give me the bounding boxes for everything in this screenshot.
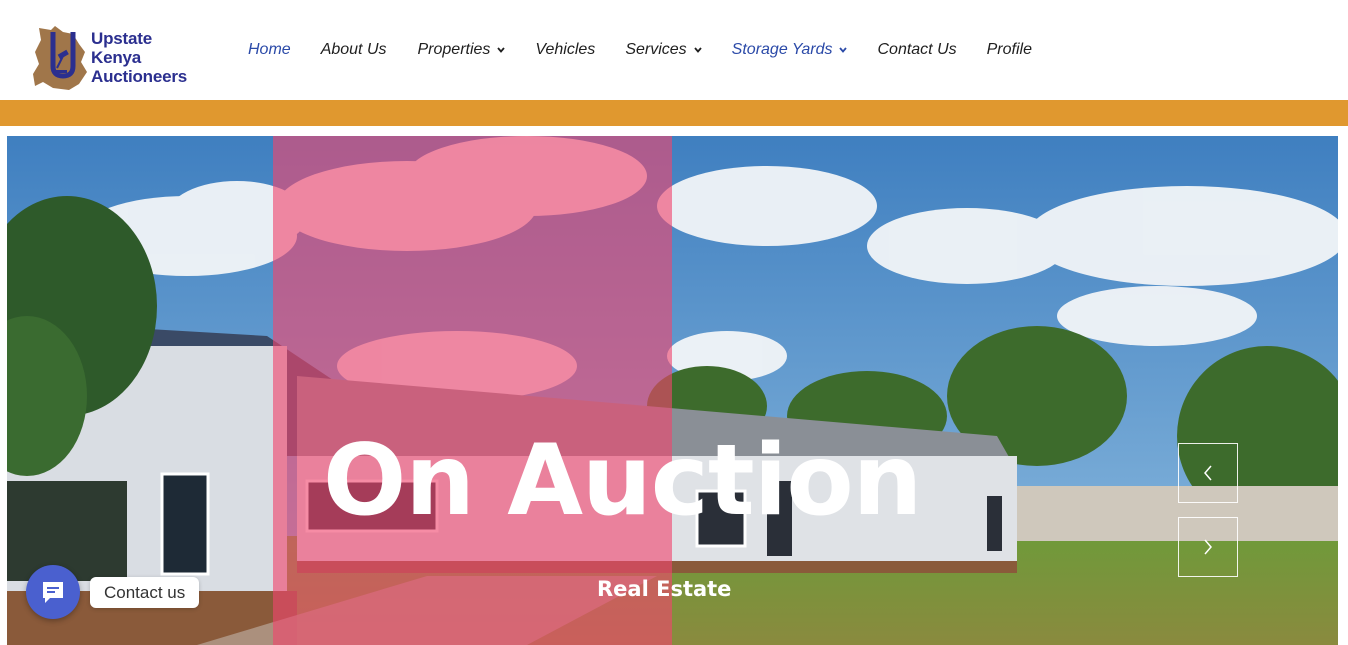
hero-slider: On Auction Real Estate bbox=[7, 136, 1338, 645]
kenya-map-logo-icon bbox=[33, 26, 87, 90]
site-logo[interactable]: Upstate Kenya Auctioneers bbox=[33, 26, 198, 92]
brand-line-3: Auctioneers bbox=[91, 67, 188, 86]
hero-subheadline: Real Estate bbox=[597, 577, 732, 601]
nav-profile-label: Profile bbox=[986, 41, 1032, 58]
site-header: Upstate Kenya Auctioneers Home About Us … bbox=[0, 0, 1348, 100]
pink-overlay bbox=[273, 136, 672, 645]
brand-line-2: Kenya bbox=[91, 48, 142, 67]
slider-prev-button[interactable] bbox=[1178, 443, 1238, 503]
nav-home[interactable]: Home bbox=[248, 41, 291, 59]
nav-contact-us-label: Contact Us bbox=[877, 41, 957, 58]
main-nav: Home About Us Properties Vehicles Servic… bbox=[248, 38, 1032, 62]
chevron-down-icon bbox=[497, 47, 506, 53]
hero-background-image bbox=[7, 136, 1338, 645]
chevron-down-icon bbox=[693, 47, 702, 53]
slider-next-button[interactable] bbox=[1178, 517, 1238, 577]
nav-services-label: Services bbox=[625, 41, 687, 58]
nav-about-us[interactable]: About Us bbox=[321, 41, 387, 59]
chevron-down-icon bbox=[839, 47, 848, 53]
chat-button[interactable] bbox=[26, 565, 80, 619]
nav-properties-label: Properties bbox=[417, 41, 491, 58]
nav-services[interactable]: Services bbox=[625, 41, 702, 59]
chat-label[interactable]: Contact us bbox=[90, 577, 200, 608]
nav-about-us-label: About Us bbox=[320, 41, 387, 58]
brand-name: Upstate Kenya Auctioneers bbox=[91, 29, 187, 86]
nav-vehicles-label: Vehicles bbox=[535, 41, 596, 58]
nav-storage-yards[interactable]: Storage Yards bbox=[732, 41, 848, 59]
hero-headline: On Auction bbox=[323, 424, 922, 538]
brand-line-1: Upstate bbox=[91, 29, 152, 48]
chevron-left-icon bbox=[1204, 465, 1212, 481]
nav-profile[interactable]: Profile bbox=[987, 41, 1032, 59]
nav-storage-yards-label: Storage Yards bbox=[731, 41, 833, 58]
nav-home-label: Home bbox=[248, 41, 291, 58]
nav-properties[interactable]: Properties bbox=[418, 41, 506, 59]
nav-contact-us[interactable]: Contact Us bbox=[877, 41, 956, 59]
nav-vehicles[interactable]: Vehicles bbox=[535, 41, 595, 59]
chat-icon bbox=[43, 582, 63, 603]
accent-band bbox=[0, 100, 1348, 126]
chevron-right-icon bbox=[1204, 539, 1212, 555]
